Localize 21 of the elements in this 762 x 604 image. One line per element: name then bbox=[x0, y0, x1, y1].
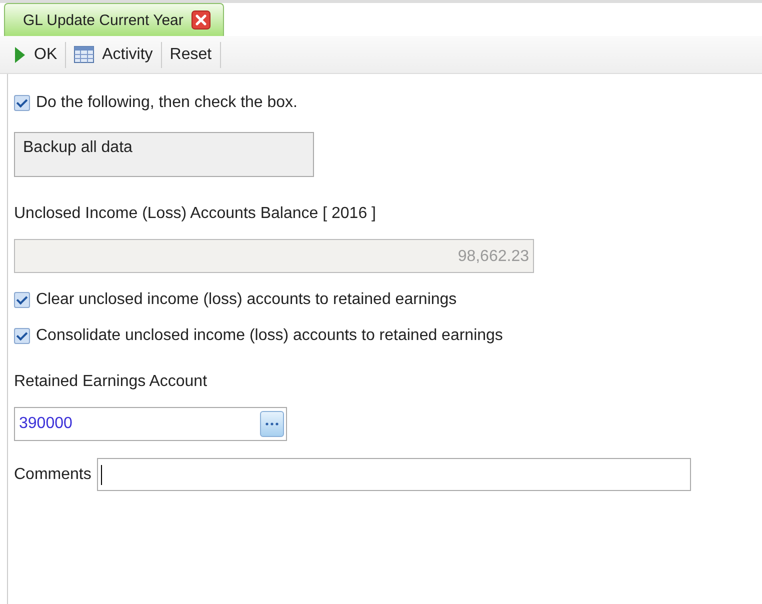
option-label: Consolidate unclosed income (loss) accounts to retained earnings bbox=[36, 327, 503, 345]
close-icon[interactable] bbox=[191, 10, 212, 30]
balance-field: 98,662.23 bbox=[14, 239, 534, 273]
activity-button[interactable]: Activity bbox=[68, 40, 159, 70]
browse-button[interactable] bbox=[260, 411, 284, 437]
ellipsis-icon bbox=[265, 422, 279, 426]
ok-button[interactable]: OK bbox=[8, 40, 64, 70]
account-label: Retained Earnings Account bbox=[14, 373, 208, 391]
task-box: Backup all data bbox=[14, 132, 314, 177]
checkbox[interactable] bbox=[14, 95, 30, 111]
option-label: Clear unclosed income (loss) accounts to retained earnings bbox=[36, 291, 457, 309]
balance-label: Unclosed Income (Loss) Accounts Balance [ 2016 ] bbox=[14, 205, 376, 223]
reset-button[interactable]: Reset bbox=[164, 40, 218, 70]
checkbox[interactable] bbox=[14, 328, 30, 344]
document-tab[interactable]: GL Update Current Year bbox=[4, 3, 224, 36]
comments-label: Comments bbox=[14, 466, 92, 484]
instruction-label: Do the following, then check the box. bbox=[36, 94, 298, 112]
play-icon bbox=[14, 46, 26, 64]
grid-icon bbox=[74, 46, 94, 63]
comments-field[interactable] bbox=[97, 458, 692, 491]
checkbox[interactable] bbox=[14, 292, 30, 308]
